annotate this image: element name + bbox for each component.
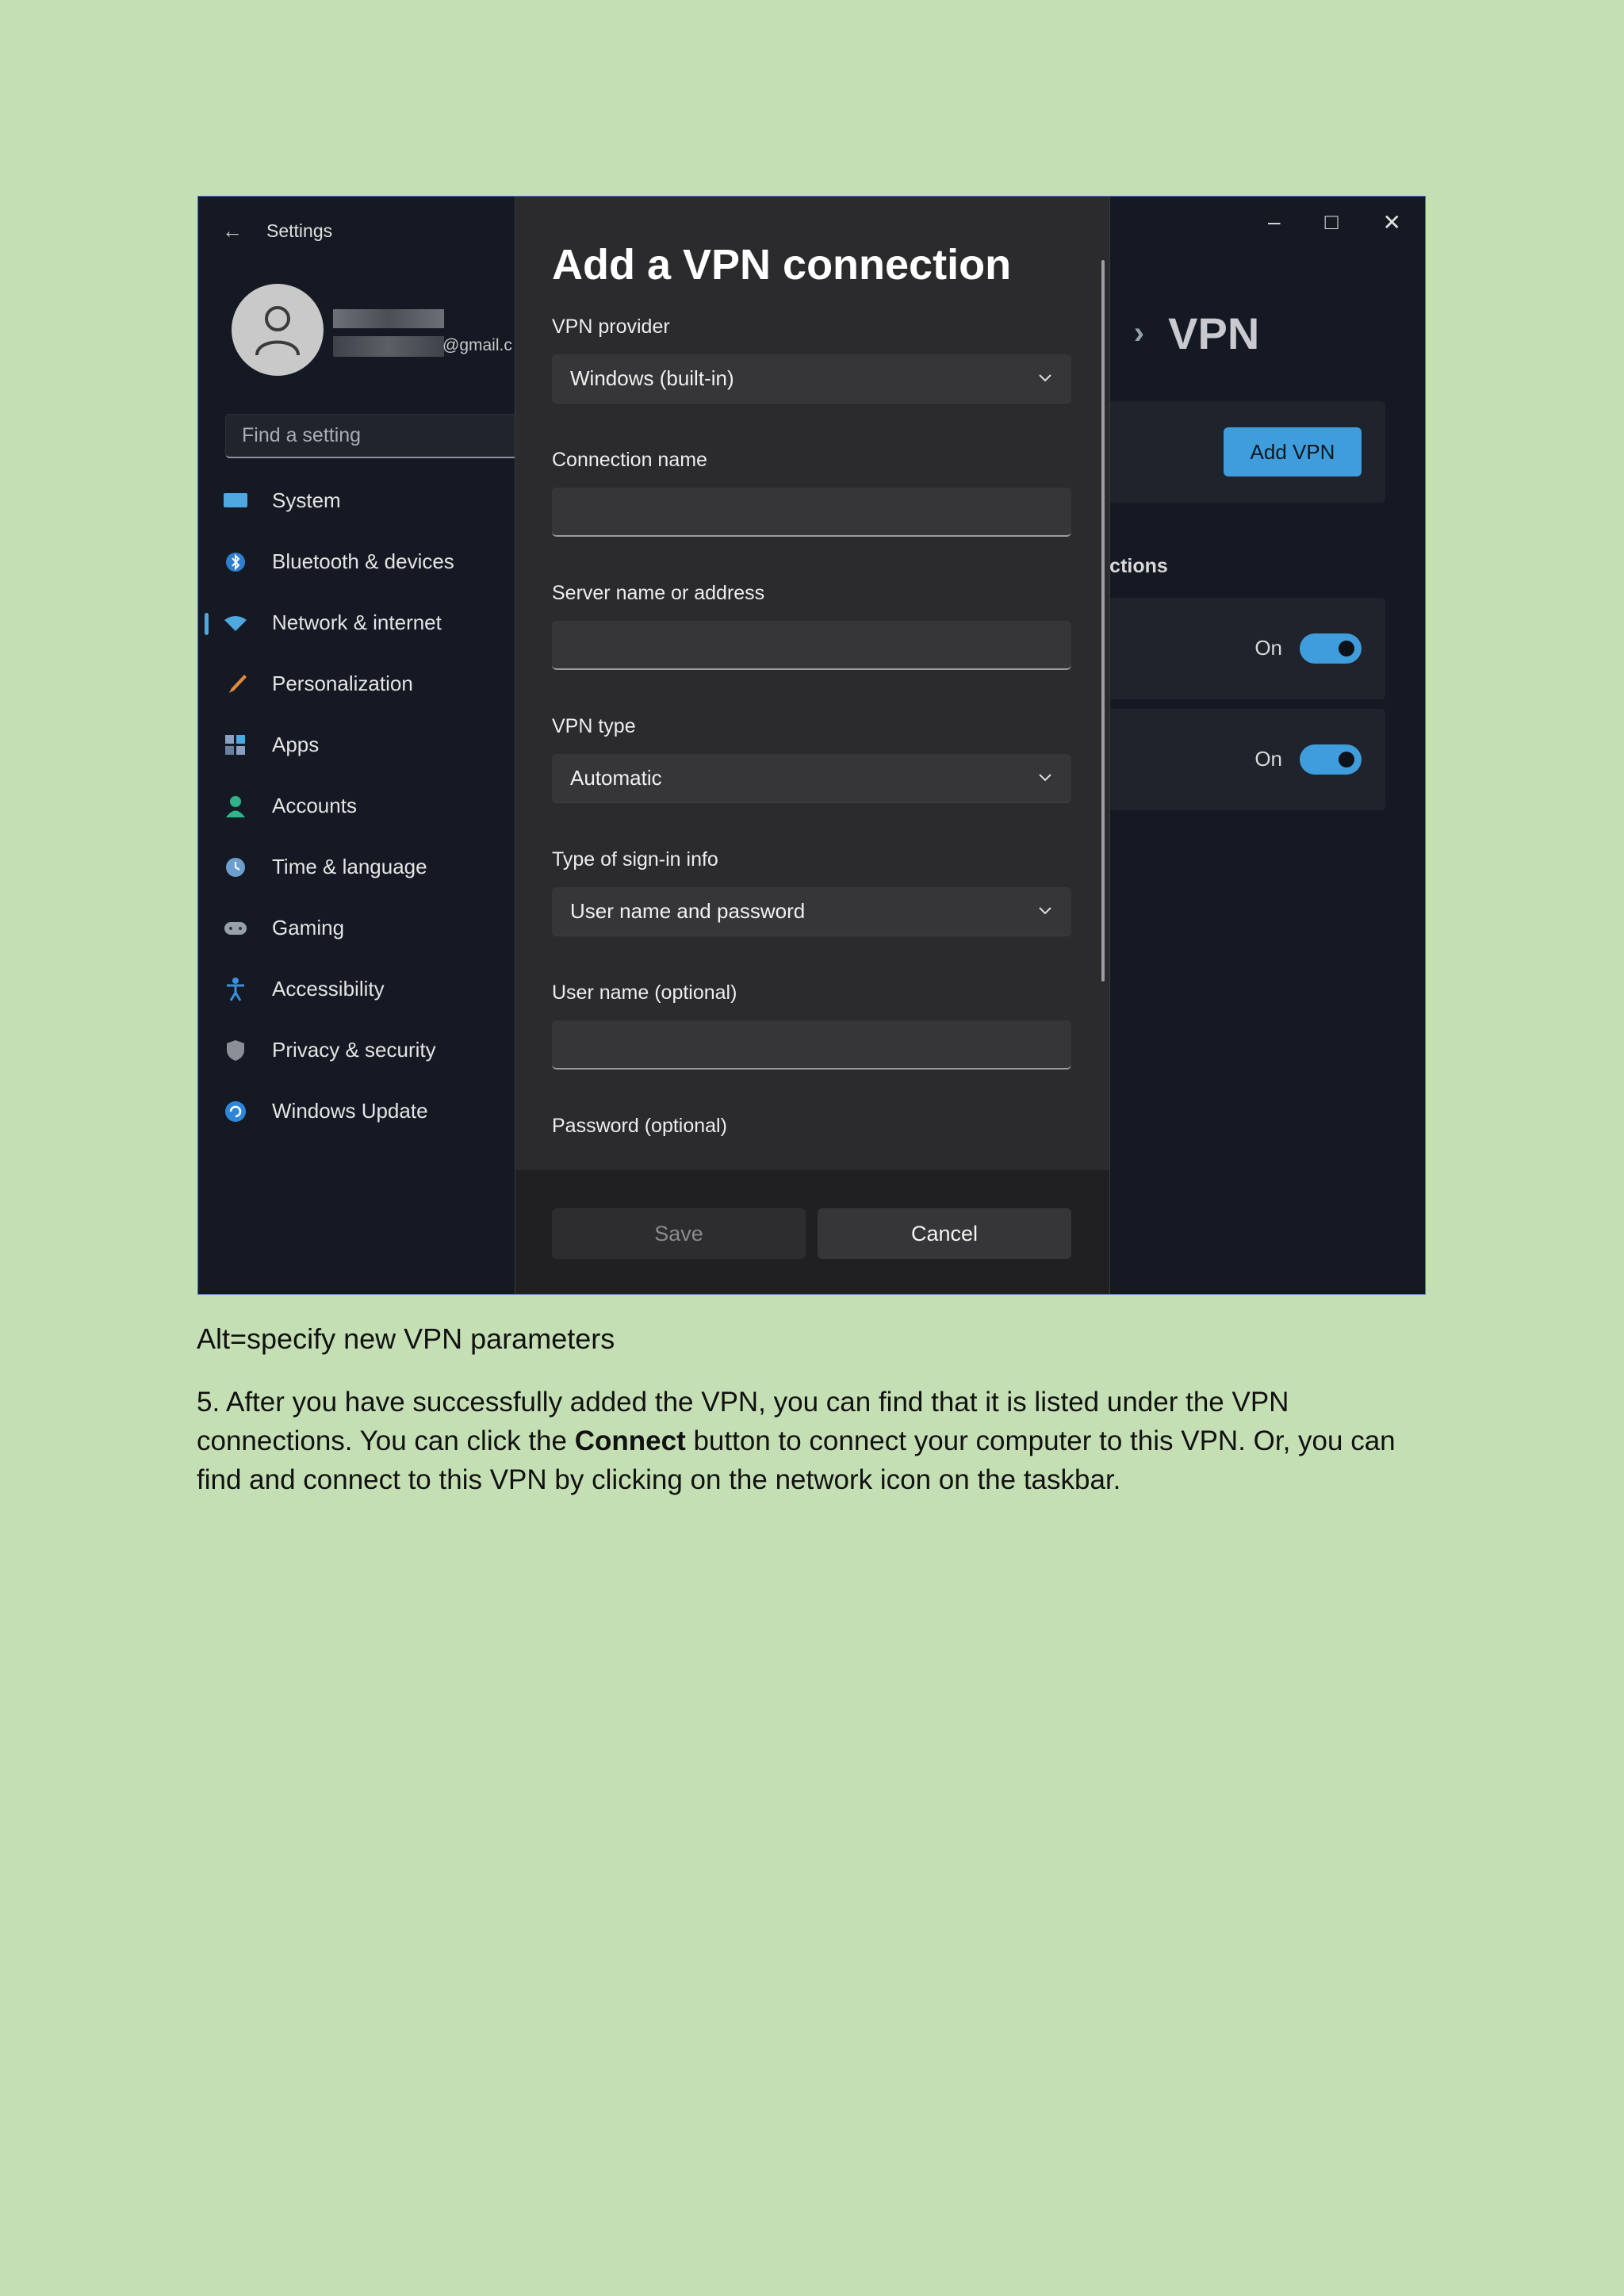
dialog-title: Add a VPN connection bbox=[552, 241, 1012, 289]
vpn-provider-select[interactable]: Windows (built-in) bbox=[552, 354, 1071, 404]
dialog-footer: Save Cancel bbox=[515, 1170, 1109, 1294]
refresh-icon bbox=[222, 1098, 249, 1125]
sidebar-item-personalization[interactable]: Personalization bbox=[198, 653, 515, 714]
sidebar-item-windows-update[interactable]: Windows Update bbox=[198, 1081, 515, 1142]
instruction-paragraph: 5. After you have successfully added the… bbox=[197, 1383, 1434, 1499]
sidebar-nav: System Bluetooth & devices Network & int… bbox=[198, 470, 515, 1142]
sidebar-item-label: Privacy & security bbox=[272, 1038, 436, 1062]
sidebar-item-label: Time & language bbox=[272, 855, 427, 878]
add-vpn-card: Add VPN bbox=[1071, 401, 1385, 503]
chevron-down-icon bbox=[1039, 774, 1051, 782]
shield-icon bbox=[222, 1037, 249, 1064]
bluetooth-icon bbox=[222, 549, 249, 576]
globe-clock-icon bbox=[222, 854, 249, 881]
sidebar-item-label: Personalization bbox=[272, 672, 413, 695]
sidebar-item-gaming[interactable]: Gaming bbox=[198, 897, 515, 959]
vpn-connection-row[interactable]: On bbox=[1071, 598, 1385, 699]
monitor-icon bbox=[222, 488, 249, 515]
sidebar-item-privacy[interactable]: Privacy & security bbox=[198, 1020, 515, 1081]
sidebar-item-network[interactable]: Network & internet bbox=[198, 592, 515, 653]
sidebar-item-label: Network & internet bbox=[272, 610, 442, 634]
vpn-connection-row[interactable]: On bbox=[1071, 709, 1385, 810]
connection-name-label: Connection name bbox=[552, 449, 707, 471]
sidebar-item-accounts[interactable]: Accounts bbox=[198, 775, 515, 836]
back-arrow-icon[interactable]: ← bbox=[222, 219, 243, 243]
add-vpn-button[interactable]: Add VPN bbox=[1224, 427, 1362, 476]
sidebar-item-label: System bbox=[272, 488, 341, 512]
sidebar-item-label: Apps bbox=[272, 733, 320, 756]
page-title: VPN bbox=[1168, 308, 1260, 358]
vpn-type-value: Automatic bbox=[570, 766, 662, 790]
toggle-state-label: On bbox=[1254, 747, 1282, 771]
toggle-state-label: On bbox=[1254, 636, 1282, 660]
username-label: User name (optional) bbox=[552, 982, 737, 1004]
connection-name-input[interactable] bbox=[552, 488, 1071, 537]
close-icon[interactable]: ✕ bbox=[1383, 209, 1401, 235]
account-email: @gmail.c bbox=[442, 336, 512, 354]
chevron-down-icon bbox=[1039, 907, 1051, 915]
minimize-icon[interactable]: – bbox=[1268, 209, 1281, 235]
chevron-down-icon bbox=[1039, 374, 1051, 382]
save-button[interactable]: Save bbox=[552, 1208, 806, 1259]
avatar[interactable] bbox=[232, 284, 324, 376]
image-caption: Alt=specify new VPN parameters bbox=[197, 1322, 615, 1355]
vpn-type-label: VPN type bbox=[552, 715, 636, 737]
vpn-provider-label: VPN provider bbox=[552, 316, 670, 338]
username-input[interactable] bbox=[552, 1020, 1071, 1070]
sidebar-item-label: Accessibility bbox=[272, 977, 385, 1001]
person-icon bbox=[255, 306, 300, 356]
signin-type-label: Type of sign-in info bbox=[552, 848, 718, 871]
add-vpn-dialog: Add a VPN connection VPN provider Window… bbox=[515, 197, 1110, 1294]
window-title: Settings bbox=[266, 220, 333, 241]
blurred-username bbox=[333, 309, 444, 328]
vpn-type-select[interactable]: Automatic bbox=[552, 754, 1071, 803]
search-input[interactable]: Find a setting bbox=[225, 414, 527, 458]
sidebar-item-accessibility[interactable]: Accessibility bbox=[198, 959, 515, 1020]
sidebar-item-label: Bluetooth & devices bbox=[272, 549, 454, 573]
server-label: Server name or address bbox=[552, 582, 765, 604]
sidebar-item-label: Windows Update bbox=[272, 1099, 428, 1123]
cancel-button[interactable]: Cancel bbox=[818, 1208, 1071, 1259]
dialog-scrollbar[interactable] bbox=[1101, 260, 1105, 982]
blurred-email bbox=[333, 336, 444, 357]
connect-keyword: Connect bbox=[574, 1425, 686, 1456]
sidebar-item-bluetooth[interactable]: Bluetooth & devices bbox=[198, 531, 515, 592]
wifi-icon bbox=[222, 610, 249, 637]
chevron-right-icon: › bbox=[1133, 316, 1145, 350]
sidebar-item-label: Accounts bbox=[272, 794, 357, 817]
vpn-toggle[interactable] bbox=[1300, 744, 1362, 775]
accessibility-icon bbox=[222, 976, 249, 1003]
password-label: Password (optional) bbox=[552, 1115, 727, 1137]
sidebar-item-label: Gaming bbox=[272, 916, 345, 939]
maximize-icon[interactable]: □ bbox=[1325, 209, 1339, 235]
vpn-toggle[interactable] bbox=[1300, 633, 1362, 664]
settings-screenshot: ← Settings – □ ✕ @gmail.c Find a setting… bbox=[197, 196, 1426, 1295]
signin-type-value: User name and password bbox=[570, 899, 806, 923]
vpn-provider-value: Windows (built-in) bbox=[570, 366, 734, 390]
person-icon bbox=[222, 793, 249, 820]
apps-icon bbox=[222, 732, 249, 759]
window-controls: – □ ✕ bbox=[1268, 209, 1401, 235]
gamepad-icon bbox=[222, 915, 249, 942]
signin-type-select[interactable]: User name and password bbox=[552, 887, 1071, 936]
sidebar-item-apps[interactable]: Apps bbox=[198, 714, 515, 775]
sidebar-item-system[interactable]: System bbox=[198, 470, 515, 531]
brush-icon bbox=[222, 671, 249, 698]
title-bar: ← Settings bbox=[222, 219, 332, 243]
sidebar-item-time-language[interactable]: Time & language bbox=[198, 836, 515, 897]
server-input[interactable] bbox=[552, 621, 1071, 670]
